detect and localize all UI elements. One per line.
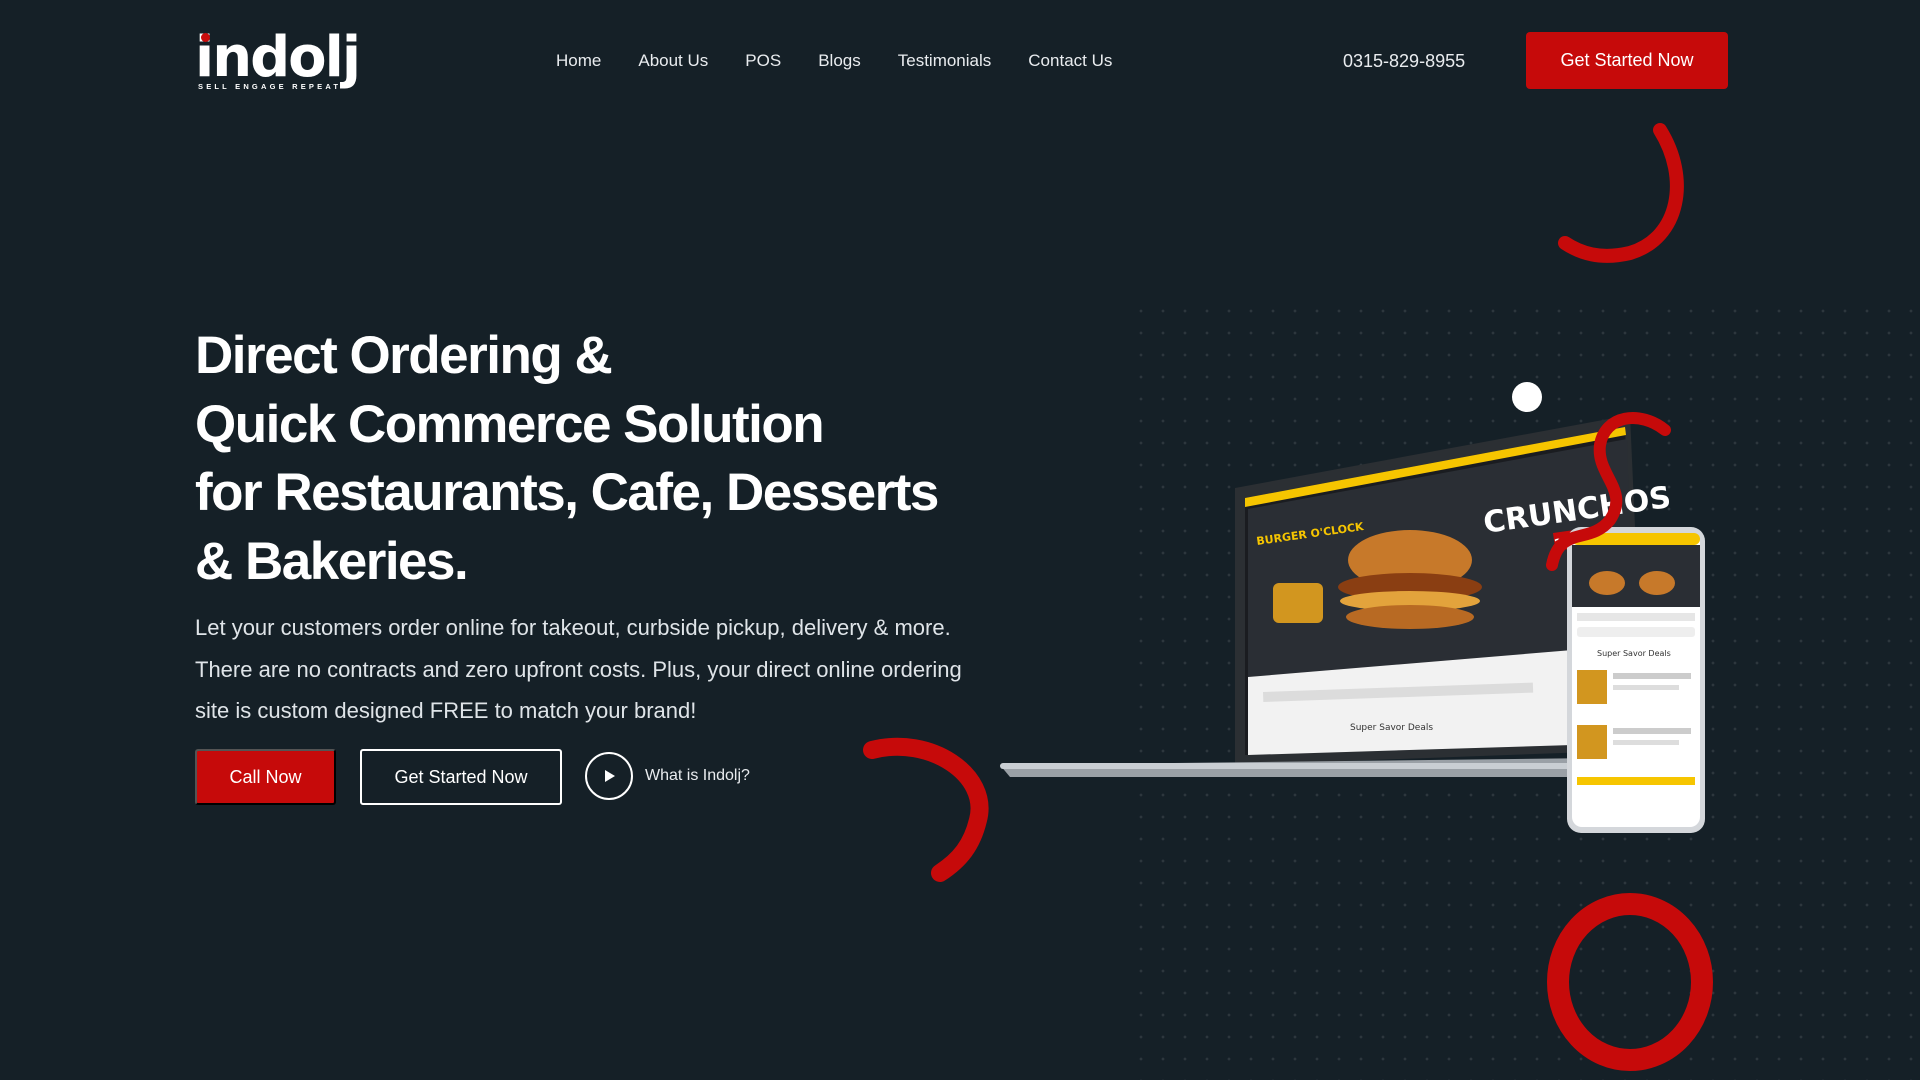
site-header: indolj SELL ENGAGE REPEAT Home About Us … xyxy=(0,0,1920,120)
hero-title-line: Direct Ordering & xyxy=(195,326,613,385)
laptop-section: Super Savor Deals xyxy=(1350,723,1433,733)
nav-pos[interactable]: POS xyxy=(745,50,781,72)
hero-description: Let your customers order online for take… xyxy=(195,615,962,723)
nav-about-us[interactable]: About Us xyxy=(638,50,708,72)
header-get-started-button[interactable]: Get Started Now xyxy=(1526,32,1728,89)
nav-testimonials[interactable]: Testimonials xyxy=(898,50,992,72)
logo-tagline: SELL ENGAGE REPEAT xyxy=(198,82,342,91)
hero-title-line: & Bakeries. xyxy=(195,531,469,591)
red-swoosh-top-icon xyxy=(1558,123,1684,263)
logo[interactable]: indolj SELL ENGAGE REPEAT xyxy=(195,28,361,98)
main-nav: Home About Us POS Blogs Testimonials Con… xyxy=(556,50,1149,72)
red-circle-icon xyxy=(1547,893,1713,1071)
logo-wordmark: indolj xyxy=(195,25,361,90)
nav-home[interactable]: Home xyxy=(556,50,601,72)
logo-dot-icon xyxy=(201,33,210,42)
hero-title-line: Quick Commerce Solution xyxy=(195,394,825,454)
call-now-button[interactable]: Call Now xyxy=(195,749,336,805)
phone-section: Super Savor Deals xyxy=(1597,649,1671,658)
hero-title-line: for Restaurants, Cafe, Desserts xyxy=(195,463,939,522)
hero-title: Direct Ordering & Quick Commerce Solutio… xyxy=(195,322,975,596)
landing-page: indolj SELL ENGAGE REPEAT Home About Us … xyxy=(0,0,1920,1080)
video-link[interactable]: What is Indolj? xyxy=(585,752,750,800)
red-swoosh-middle-icon xyxy=(863,737,989,882)
nav-contact-us[interactable]: Contact Us xyxy=(1028,50,1112,72)
nav-blogs[interactable]: Blogs xyxy=(818,50,861,72)
video-link-label[interactable]: What is Indolj? xyxy=(645,767,750,785)
get-started-button[interactable]: Get Started Now xyxy=(360,749,562,805)
red-squiggle-icon xyxy=(1546,412,1671,571)
play-icon[interactable] xyxy=(585,752,633,800)
phone-number[interactable]: 0315-829-8955 xyxy=(1343,50,1465,72)
